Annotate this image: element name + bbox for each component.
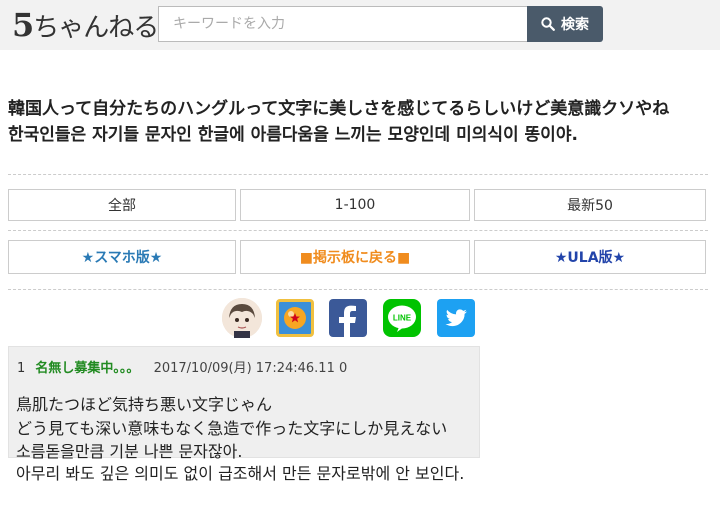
smartphone-version-link[interactable]: ★スマホ版★ <box>8 240 236 274</box>
search-button[interactable]: 検索 <box>527 6 603 42</box>
svg-text:LINE: LINE <box>393 314 412 323</box>
search-button-label: 検索 <box>561 17 589 33</box>
divider <box>8 230 708 231</box>
facebook-icon[interactable] <box>329 299 367 337</box>
nav-all-button[interactable]: 全部 <box>8 189 236 221</box>
twitter-icon[interactable] <box>437 299 475 337</box>
thread-title-kr: 한국인들은 자기들 문자인 한글에 아름다움을 느끼는 모양인데 미의식이 똥이… <box>8 125 578 145</box>
post-body-line: どう見ても深い意味もなく急造で作った文字にしか見えない <box>16 419 448 438</box>
poster-name: 名無し募集中。。。 <box>35 361 140 376</box>
line-icon[interactable]: LINE <box>383 299 421 337</box>
avatar-icon[interactable] <box>222 298 262 338</box>
post-header: 1 名無し募集中。。。 2017/10/09(月) 17:24:46.11 0 <box>17 357 347 376</box>
nav-latest-button[interactable]: 最新50 <box>474 189 706 221</box>
search-input[interactable]: キーワードを入力 <box>158 6 528 42</box>
thread-title-jp: 韓国人って自分たちのハングルって文字に美しさを感じてるらしいけど美意識クソやね <box>8 99 670 119</box>
top-bar: 5ちゃんねる キーワードを入力 検索 <box>0 0 720 50</box>
post-body-line: 鳥肌たつほど気持ち悪い文字じゃん <box>16 395 273 414</box>
back-to-board-link[interactable]: ■掲示板に戻る■ <box>240 240 470 274</box>
dragon-ball-icon[interactable] <box>276 299 314 337</box>
thread-title: 韓国人って自分たちのハングルって文字に美しさを感じてるらしいけど美意識クソやね … <box>8 96 708 148</box>
search-icon <box>541 17 555 31</box>
divider <box>8 289 708 290</box>
nav-range-button[interactable]: 1-100 <box>240 189 470 221</box>
logo-text: ちゃんねる <box>33 13 159 43</box>
post-id: 0 <box>338 361 348 376</box>
post-body-line: 아무리 봐도 깊은 의미도 없이 급조해서 만든 문자로밖에 안 보인다. <box>16 464 465 483</box>
ula-version-link[interactable]: ★ULA版★ <box>474 240 706 274</box>
post-date: 2017/10/09(月) 17:24:46.11 <box>153 361 335 376</box>
post-body-line: 소름돋을만큼 기분 나쁜 문자잖아. <box>16 442 243 461</box>
site-logo[interactable]: 5ちゃんねる <box>12 6 167 44</box>
logo-number: 5 <box>12 6 34 44</box>
post-number[interactable]: 1 <box>17 361 25 376</box>
divider <box>8 174 708 175</box>
